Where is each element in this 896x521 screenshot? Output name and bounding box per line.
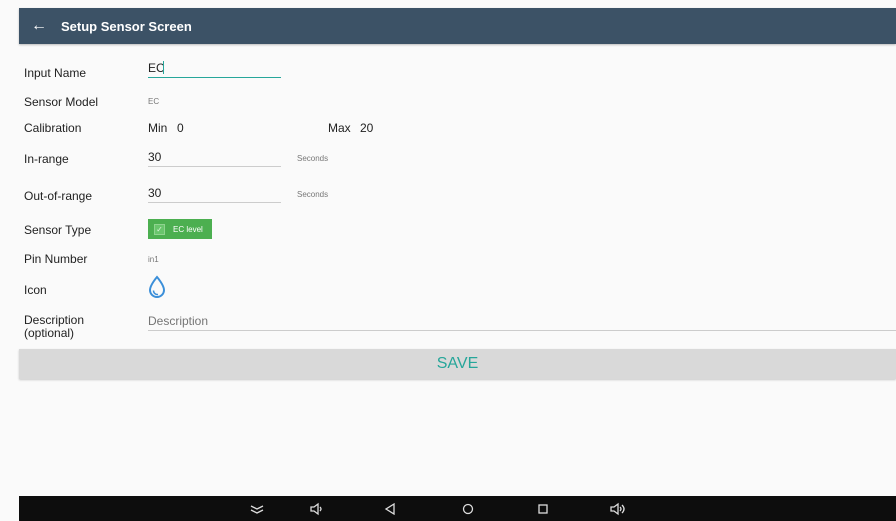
calibration-label: Calibration [24, 121, 82, 135]
in-range-unit: Seconds [297, 154, 329, 163]
system-nav-bar [19, 496, 896, 521]
volume-down-icon[interactable] [307, 496, 327, 521]
description-field[interactable] [148, 312, 896, 331]
calibration-min-value[interactable]: 0 [177, 121, 184, 135]
status-strip [0, 0, 896, 8]
save-label: SAVE [436, 355, 479, 372]
in-range-label: In-range [24, 152, 69, 166]
ec-level-chip[interactable]: ✓ EC level [148, 219, 212, 239]
sensor-model-label: Sensor Model [24, 95, 99, 109]
back-icon[interactable] [380, 496, 400, 521]
description-label-line1: Description [24, 313, 85, 327]
volume-up-icon[interactable] [607, 496, 629, 521]
calibration-max-value[interactable]: 20 [360, 121, 373, 135]
sensor-type-label: Sensor Type [24, 223, 92, 237]
water-drop-icon[interactable] [147, 275, 167, 299]
home-icon[interactable] [458, 496, 478, 521]
out-of-range-label: Out-of-range [24, 189, 93, 203]
sensor-model-value: EC [148, 97, 160, 106]
recents-icon[interactable] [533, 496, 553, 521]
description-label-line2: (optional) [24, 326, 75, 340]
out-of-range-field[interactable] [148, 184, 281, 203]
icon-label: Icon [24, 283, 47, 297]
in-range-field[interactable] [148, 148, 281, 167]
input-name-label: Input Name [24, 66, 87, 80]
description-label: Description (optional) [24, 314, 84, 340]
keyboard-hide-icon[interactable] [247, 496, 267, 521]
calibration-max-label: Max [328, 121, 351, 135]
arrow-left-icon[interactable]: ← [19, 17, 59, 35]
pin-number-value: in1 [148, 255, 159, 264]
input-name-field[interactable] [148, 59, 281, 78]
chip-label: EC level [173, 224, 203, 234]
save-button[interactable]: SAVE [19, 349, 896, 379]
text-caret [163, 61, 164, 74]
page-title: Setup Sensor Screen [61, 18, 192, 34]
out-of-range-unit: Seconds [297, 190, 329, 199]
calibration-min-label: Min [148, 121, 168, 135]
checkbox-icon[interactable]: ✓ [154, 223, 165, 235]
app-bar: ← Setup Sensor Screen [19, 8, 896, 44]
pin-number-label: Pin Number [24, 252, 88, 266]
